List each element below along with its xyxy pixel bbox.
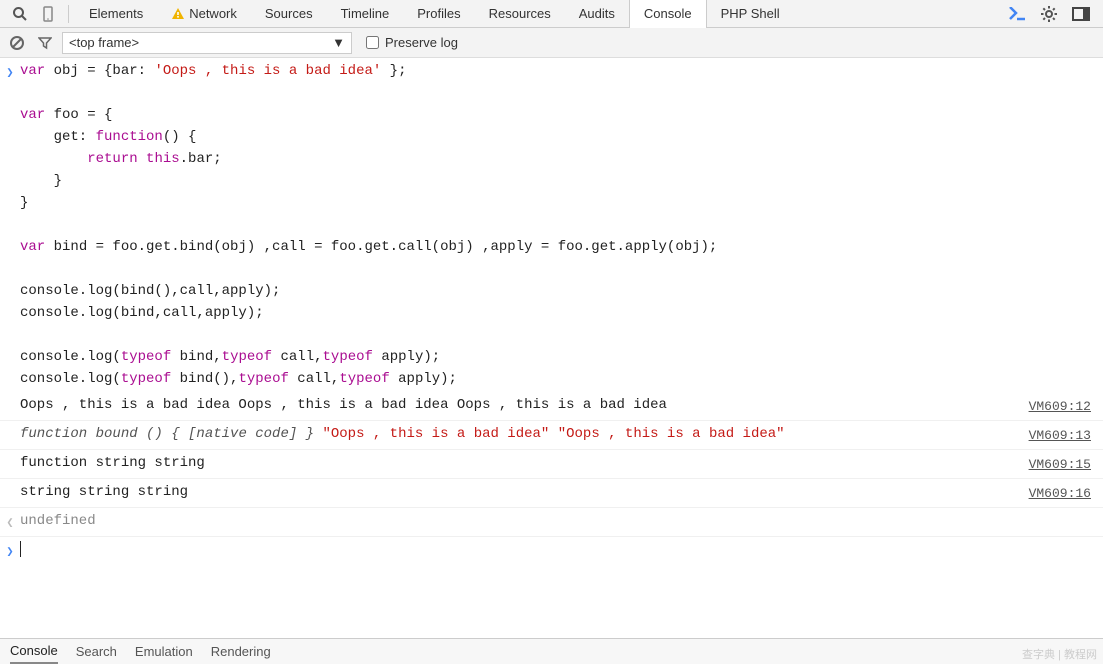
source-link[interactable]: VM609:15 xyxy=(1029,452,1097,476)
dock-icon[interactable] xyxy=(1069,2,1093,26)
device-icon[interactable] xyxy=(36,2,60,26)
log-text: string string string xyxy=(20,481,1029,505)
drawer-tab-rendering[interactable]: Rendering xyxy=(211,644,271,659)
warning-icon xyxy=(171,7,185,21)
return-chevron-icon: ❮ xyxy=(0,510,20,534)
drawer-tab-emulation[interactable]: Emulation xyxy=(135,644,193,659)
console-input[interactable] xyxy=(20,539,1097,563)
source-link[interactable]: VM609:12 xyxy=(1029,394,1097,418)
console-filterbar: <top frame> ▼ Preserve log xyxy=(0,28,1103,58)
return-row: ❮ undefined xyxy=(0,508,1103,537)
watermark: 查字典 | 教程网 xyxy=(1022,646,1097,662)
log-row: function bound () { [native code] } "Oop… xyxy=(0,421,1103,450)
input-chevron-icon: ❯ xyxy=(0,60,20,390)
log-text: function bound () { [native code] } "Oop… xyxy=(20,423,1029,447)
log-text: function string string xyxy=(20,452,1029,476)
drawer-tab-console[interactable]: Console xyxy=(10,640,58,664)
drawer-toggle-icon[interactable] xyxy=(1005,2,1029,26)
preserve-log-label: Preserve log xyxy=(385,35,458,50)
tab-audits[interactable]: Audits xyxy=(565,0,629,28)
frame-context-label: <top frame> xyxy=(69,35,139,50)
toolbar-right xyxy=(1001,2,1097,26)
console-output: ❯ var obj = {bar: 'Oops , this is a bad … xyxy=(0,58,1103,638)
log-row: Oops , this is a bad idea Oops , this is… xyxy=(0,392,1103,421)
gear-icon[interactable] xyxy=(1037,2,1061,26)
filter-icon[interactable] xyxy=(34,32,56,54)
tab-network[interactable]: Network xyxy=(157,0,251,28)
drawer-tab-search[interactable]: Search xyxy=(76,644,117,659)
tab-network-label: Network xyxy=(189,0,237,28)
console-prompt[interactable]: ❯ xyxy=(0,537,1103,565)
source-link[interactable]: VM609:13 xyxy=(1029,423,1097,447)
panel-tabs: Elements Network Sources Timeline Profil… xyxy=(75,0,1001,28)
tab-profiles[interactable]: Profiles xyxy=(403,0,474,28)
source-link[interactable]: VM609:16 xyxy=(1029,481,1097,505)
prompt-chevron-icon: ❯ xyxy=(0,539,20,563)
separator xyxy=(68,5,69,23)
console-input-echo: ❯ var obj = {bar: 'Oops , this is a bad … xyxy=(0,58,1103,392)
log-row: function string string VM609:15 xyxy=(0,450,1103,479)
log-row: string string string VM609:16 xyxy=(0,479,1103,508)
preserve-log-checkbox[interactable]: Preserve log xyxy=(366,35,458,50)
return-value: undefined xyxy=(20,510,1097,534)
preserve-log-input[interactable] xyxy=(366,36,379,49)
drawer-statusbar: Console Search Emulation Rendering 查字典 |… xyxy=(0,638,1103,664)
tab-console[interactable]: Console xyxy=(629,0,707,28)
clear-console-icon[interactable] xyxy=(6,32,28,54)
tab-phpshell[interactable]: PHP Shell xyxy=(707,0,794,28)
tab-resources[interactable]: Resources xyxy=(475,0,565,28)
log-text: Oops , this is a bad idea Oops , this is… xyxy=(20,394,1029,418)
chevron-down-icon: ▼ xyxy=(332,35,345,50)
code-block: var obj = {bar: 'Oops , this is a bad id… xyxy=(20,60,1097,390)
tab-sources[interactable]: Sources xyxy=(251,0,327,28)
search-icon[interactable] xyxy=(8,2,32,26)
devtools-toolbar: Elements Network Sources Timeline Profil… xyxy=(0,0,1103,28)
frame-context-select[interactable]: <top frame> ▼ xyxy=(62,32,352,54)
tab-timeline[interactable]: Timeline xyxy=(327,0,404,28)
tab-elements[interactable]: Elements xyxy=(75,0,157,28)
